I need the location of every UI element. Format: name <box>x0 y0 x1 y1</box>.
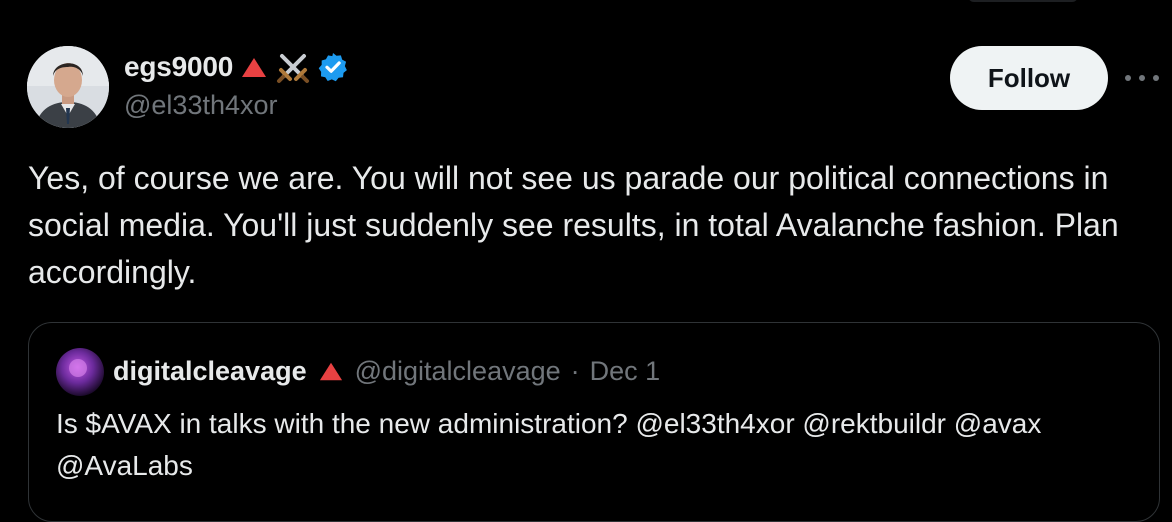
dot <box>1153 75 1159 81</box>
author-handle[interactable]: @el33th4xor <box>124 90 278 121</box>
more-options-icon[interactable] <box>1125 66 1159 90</box>
dot <box>1139 75 1145 81</box>
verified-badge-icon[interactable] <box>317 51 349 83</box>
red-triangle-icon <box>239 54 269 80</box>
author-display-name[interactable]: egs9000 <box>124 51 233 83</box>
quoted-tweet-text: Is $AVAX in talks with the new administr… <box>56 408 1042 481</box>
tweet: egs9000 @el33th4xor Follow Yes, of cours… <box>0 0 1172 522</box>
author-name-row: egs9000 <box>124 50 349 84</box>
separator-dot: · <box>570 355 580 386</box>
crossed-swords-icon <box>275 49 311 85</box>
quoted-tweet[interactable]: digitalcleavage @digitalcleavage · Dec 1… <box>28 322 1160 522</box>
red-triangle-icon <box>317 359 345 383</box>
follow-button[interactable]: Follow <box>950 46 1108 110</box>
quoted-date[interactable]: Dec 1 <box>590 356 661 387</box>
dot <box>1125 75 1131 81</box>
quoted-display-name[interactable]: digitalcleavage <box>113 356 307 387</box>
quoted-handle[interactable]: @digitalcleavage <box>355 356 561 387</box>
author-avatar[interactable] <box>27 46 109 128</box>
quoted-header: digitalcleavage @digitalcleavage · Dec 1 <box>113 353 660 389</box>
tweet-text: Yes, of course we are. You will not see … <box>28 160 1119 290</box>
quoted-author-avatar[interactable] <box>56 348 104 396</box>
